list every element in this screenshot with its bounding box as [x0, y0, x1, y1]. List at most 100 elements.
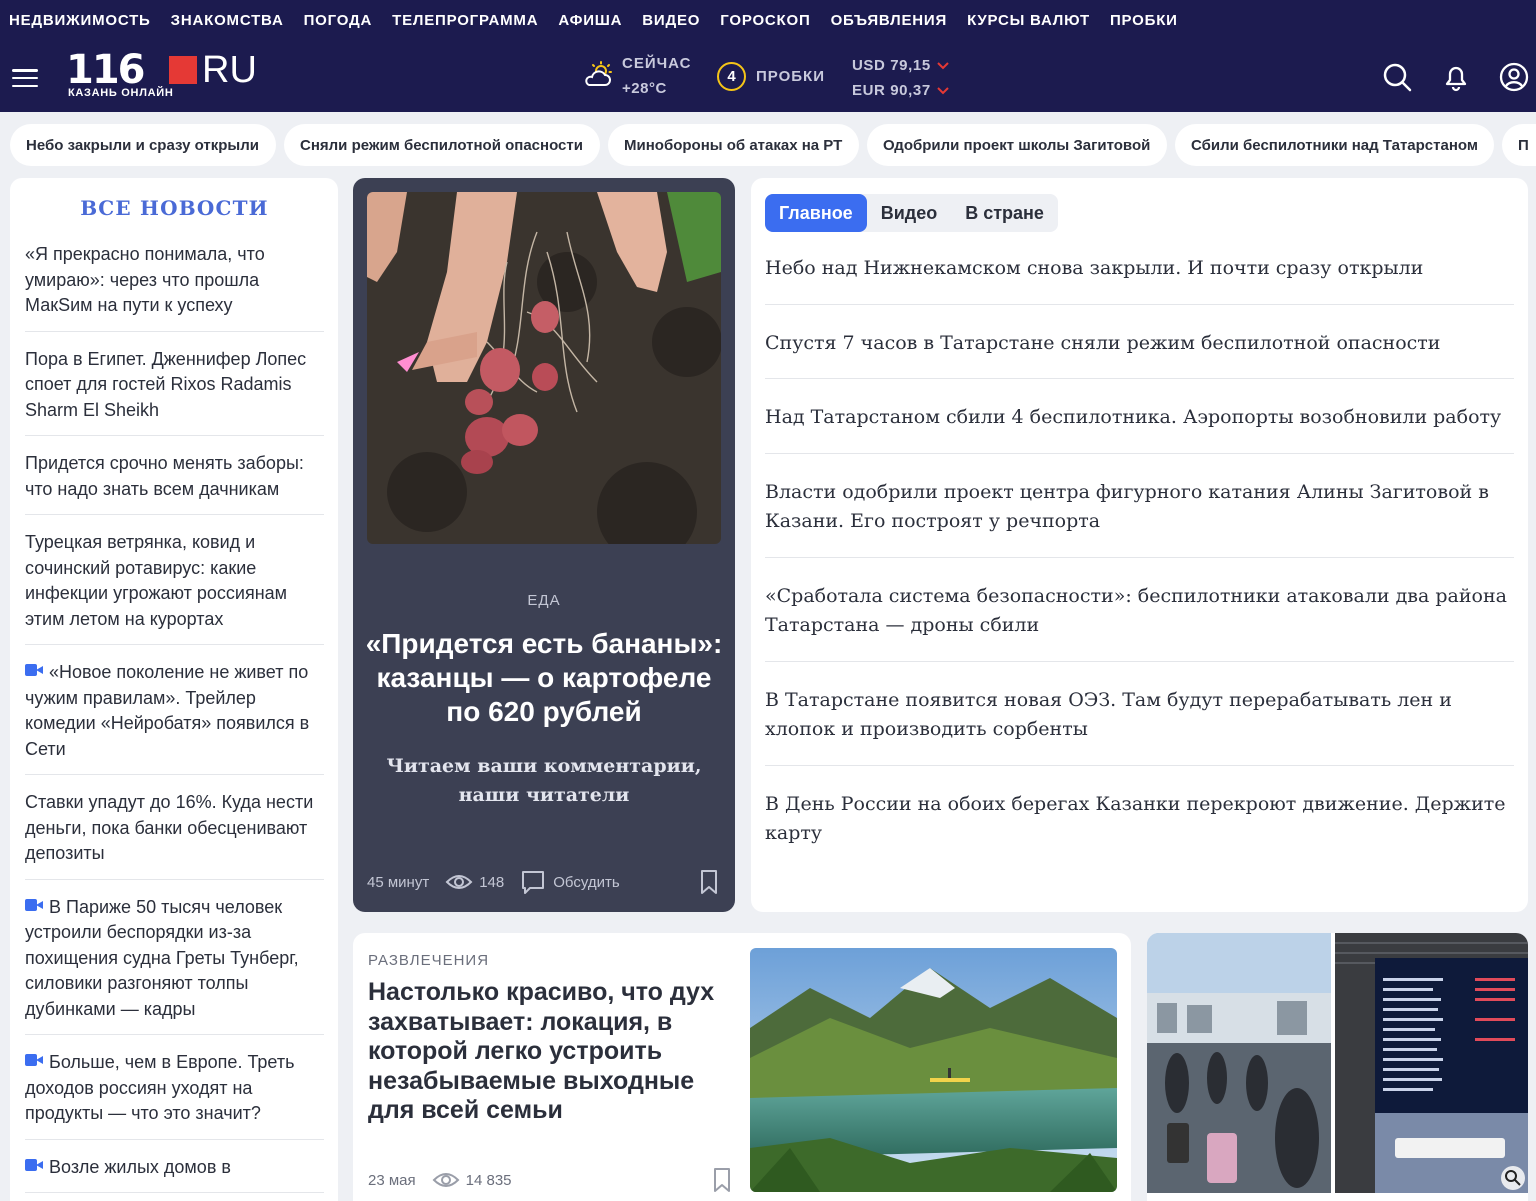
- story-title[interactable]: Настолько красиво, что дух захватывает: …: [368, 978, 728, 1126]
- story-meta: 23 мая 14 835: [368, 1165, 732, 1195]
- weather-widget[interactable]: СЕЙЧАС +28°C: [584, 53, 694, 99]
- airport-crowd-photo: [1147, 933, 1331, 1193]
- news-item[interactable]: Турецкая ветрянка, ковид и сочинский рот…: [25, 530, 324, 645]
- video-camera-icon: [25, 1054, 43, 1066]
- traffic-label: ПРОБКИ: [756, 67, 825, 85]
- news-item-text: В Париже 50 тысяч человек устроили беспо…: [25, 896, 299, 1019]
- nav-link-tv[interactable]: ТЕЛЕПРОГРАММА: [392, 12, 538, 29]
- tab-video[interactable]: Видео: [867, 194, 952, 232]
- featured-article[interactable]: ЕДА «Придется есть бананы»: казанцы — о …: [353, 178, 735, 912]
- featured-photo: [367, 192, 721, 544]
- bookmark-icon[interactable]: [712, 1167, 732, 1193]
- logo-number: 116: [66, 47, 145, 93]
- arrow-down-icon: [937, 86, 949, 94]
- news-item[interactable]: Ставки упадут до 16%. Куда нести деньги,…: [25, 790, 324, 880]
- topic-chip[interactable]: П: [1502, 124, 1536, 166]
- traffic-widget[interactable]: 4 ПРОБКИ: [717, 61, 825, 91]
- topic-chip[interactable]: Минобороны об атаках на РТ: [608, 124, 859, 166]
- eur-rate-row: EUR 90,37: [852, 78, 962, 103]
- bell-icon[interactable]: [1441, 62, 1471, 92]
- news-item-text: Возле жилых домов в: [49, 1156, 231, 1177]
- news-item-text: Больше, чем в Европе. Треть доходов росс…: [25, 1052, 295, 1123]
- featured-time: 45 минут: [367, 873, 430, 891]
- weather-label: СЕЙЧАС: [622, 55, 692, 72]
- logo-square: [169, 56, 197, 84]
- main-news-item[interactable]: Спустя 7 часов в Татарстане сняли режим …: [765, 329, 1514, 379]
- currency-widget[interactable]: USD 79,15 EUR 90,37: [852, 53, 962, 103]
- top-navigation: НЕДВИЖИМОСТЬ ЗНАКОМСТВА ПОГОДА ТЕЛЕПРОГР…: [0, 0, 1536, 40]
- news-item[interactable]: Пора в Египет. Дженнифер Лопес споет для…: [25, 347, 324, 436]
- news-tabs: Главное Видео В стране: [765, 194, 1058, 232]
- nav-link-afisha[interactable]: АФИША: [558, 12, 622, 29]
- nav-link-currency[interactable]: КУРСЫ ВАЛЮТ: [967, 12, 1090, 29]
- news-item[interactable]: Придется срочно менять заборы: что надо …: [25, 451, 324, 515]
- menu-icon[interactable]: [12, 69, 38, 87]
- featured-category[interactable]: ЕДА: [353, 592, 735, 609]
- discuss-link[interactable]: Обсудить: [553, 874, 619, 891]
- logo-ru: RU: [202, 49, 257, 91]
- video-camera-icon: [25, 1158, 43, 1171]
- main-news-panel: Главное Видео В стране Небо над Нижнекам…: [751, 178, 1528, 912]
- news-item[interactable]: В Париже 50 тысяч человек устроили беспо…: [25, 895, 324, 1035]
- search-icon[interactable]: [1382, 62, 1412, 92]
- news-item[interactable]: «Новое поколение не живет по чужим прави…: [25, 660, 324, 775]
- photo-gallery-card[interactable]: [1147, 933, 1528, 1201]
- news-item-text: «Я прекрасно понимала, что умираю»: чере…: [25, 244, 265, 315]
- main-news-item[interactable]: Власти одобрили проект центра фигурного …: [765, 478, 1514, 558]
- nav-link-traffic[interactable]: ПРОБКИ: [1110, 12, 1178, 29]
- hot-topics-bar: Небо закрыли и сразу открыли Сняли режим…: [0, 124, 1536, 166]
- arrow-down-icon: [937, 61, 949, 69]
- news-item[interactable]: Больше, чем в Европе. Треть доходов росс…: [25, 1050, 324, 1140]
- main-news-item[interactable]: Небо над Нижнекамском снова закрыли. И п…: [765, 254, 1514, 305]
- featured-title[interactable]: «Придется есть бананы»: казанцы — о карт…: [363, 627, 725, 729]
- topic-chip[interactable]: Небо закрыли и сразу открыли: [10, 124, 276, 166]
- featured-subtitle: Читаем ваши комментарии, наши читатели: [386, 755, 702, 806]
- nav-link-ads[interactable]: ОБЪЯВЛЕНИЯ: [831, 12, 948, 29]
- main-news-item[interactable]: В День России на обоих берегах Казанки п…: [765, 790, 1514, 869]
- usd-rate: USD 79,15: [852, 57, 931, 74]
- user-icon[interactable]: [1499, 62, 1529, 92]
- traffic-level-badge: 4: [717, 61, 746, 91]
- weather-temperature: +28°C: [622, 80, 667, 97]
- featured-views: 148: [479, 873, 505, 891]
- story-date: 23 мая: [368, 1171, 416, 1189]
- departure-board-photo: [1335, 933, 1528, 1193]
- usd-rate-row: USD 79,15: [852, 53, 962, 78]
- site-header: 116 RU КАЗАНЬ ОНЛАЙН СЕЙЧАС +28°C 4 ПРОБ…: [0, 40, 1536, 112]
- news-item[interactable]: «Я прекрасно понимала, что умираю»: чере…: [25, 242, 324, 332]
- topic-chip[interactable]: Сняли режим беспилотной опасности: [284, 124, 600, 166]
- logo-subtitle: КАЗАНЬ ОНЛАЙН: [68, 87, 174, 99]
- featured-meta: 45 минут 148 Обсудить: [367, 866, 721, 898]
- bookmark-icon[interactable]: [699, 869, 719, 895]
- news-item-text: Ставки упадут до 16%. Куда нести деньги,…: [25, 792, 314, 863]
- main-news-item[interactable]: «Сработала система безопасности»: беспил…: [765, 582, 1514, 662]
- news-item-text: Турецкая ветрянка, ковид и сочинский рот…: [25, 532, 288, 629]
- eye-icon: [432, 1173, 460, 1187]
- topic-chip[interactable]: Сбили беспилотники над Татарстаном: [1175, 124, 1494, 166]
- nav-link-horoscope[interactable]: ГОРОСКОП: [720, 12, 810, 29]
- video-camera-icon: [25, 898, 43, 911]
- eur-rate: EUR 90,37: [852, 82, 931, 99]
- main-news-list: Небо над Нижнекамском снова закрыли. И п…: [765, 254, 1514, 869]
- tab-main[interactable]: Главное: [765, 194, 867, 232]
- nav-link-weather[interactable]: ПОГОДА: [304, 12, 373, 29]
- news-item-text: «Новое поколение не живет по чужим прави…: [25, 662, 310, 759]
- story-views: 14 835: [465, 1171, 512, 1189]
- story-card[interactable]: РАЗВЛЕЧЕНИЯ Настолько красиво, что дух з…: [353, 933, 1131, 1201]
- nav-link-realty[interactable]: НЕДВИЖИМОСТЬ: [9, 12, 151, 29]
- main-news-item[interactable]: В Татарстане появится новая ОЭЗ. Там буд…: [765, 686, 1514, 766]
- site-logo[interactable]: 116 RU КАЗАНЬ ОНЛАЙН: [66, 50, 266, 102]
- comment-icon[interactable]: [520, 869, 546, 895]
- nav-link-video[interactable]: ВИДЕО: [642, 12, 700, 29]
- tab-country[interactable]: В стране: [951, 194, 1058, 232]
- topic-chip[interactable]: Одобрили проект школы Загитовой: [867, 124, 1167, 166]
- sun-cloud-icon: [585, 61, 612, 86]
- news-item-text: Пора в Египет. Дженнифер Лопес споет для…: [25, 348, 307, 420]
- all-news-title[interactable]: ВСЕ НОВОСТИ: [25, 196, 324, 220]
- all-news-column: ВСЕ НОВОСТИ «Я прекрасно понимала, что у…: [10, 178, 338, 1201]
- video-camera-icon: [25, 664, 43, 676]
- nav-link-dating[interactable]: ЗНАКОМСТВА: [171, 12, 284, 29]
- story-category[interactable]: РАЗВЛЕЧЕНИЯ: [368, 952, 489, 969]
- news-item[interactable]: Возле жилых домов в: [25, 1155, 324, 1193]
- main-news-item[interactable]: Над Татарстаном сбили 4 беспилотника. Аэ…: [765, 403, 1514, 454]
